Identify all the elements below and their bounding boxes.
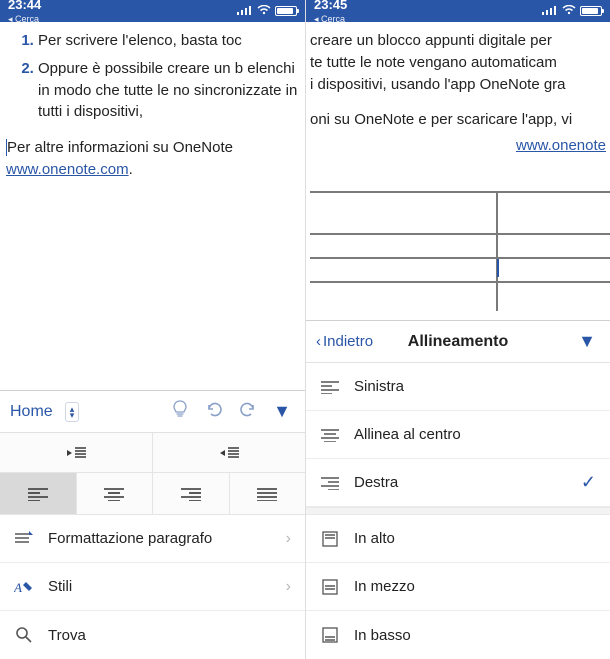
- align-bottom-row[interactable]: In basso: [306, 611, 610, 659]
- tab-switch-icon[interactable]: ▴▾: [65, 402, 80, 422]
- align-right-icon: [320, 476, 340, 490]
- indent-row: [0, 433, 305, 473]
- chevron-right-icon: ›: [286, 578, 291, 596]
- paragraph-format-icon: [14, 531, 34, 547]
- status-time: 23:44: [8, 0, 41, 12]
- collapse-caret-icon[interactable]: ▼: [574, 331, 600, 352]
- paragraph-formatting-row[interactable]: Formattazione paragrafo ›: [0, 515, 305, 563]
- outdent-button[interactable]: [0, 433, 152, 472]
- row-label: Trova: [48, 627, 86, 644]
- styles-icon: A: [14, 579, 34, 595]
- align-bottom-icon: [320, 627, 340, 643]
- document-area[interactable]: Per scrivere l'elenco, basta toc Oppure …: [0, 22, 305, 390]
- text-line: creare un blocco appunti digitale per: [310, 30, 610, 52]
- panel-title: Allineamento: [408, 333, 508, 351]
- table[interactable]: [310, 191, 610, 311]
- paragraph: Per altre informazioni su OneNote www.on…: [6, 137, 299, 181]
- status-icons: [237, 4, 297, 18]
- wifi-icon: [257, 4, 271, 18]
- screen-right: 23:45 ◂ Cerca creare un blocco appunti d…: [305, 0, 610, 659]
- svg-text:A: A: [14, 580, 22, 595]
- status-bar: 23:45 ◂ Cerca: [306, 0, 610, 22]
- chevron-right-icon: ›: [286, 530, 291, 548]
- signal-icon: [542, 4, 558, 18]
- row-label: In basso: [354, 627, 411, 644]
- align-center-button[interactable]: [76, 473, 153, 514]
- alignment-panel: ‹ Indietro Allineamento ▼ Sinistra: [306, 320, 610, 659]
- align-left-icon: [320, 380, 340, 394]
- row-label: In mezzo: [354, 578, 415, 595]
- home-tab[interactable]: Home ▴▾: [10, 402, 79, 422]
- styles-row[interactable]: A Stili ›: [0, 563, 305, 611]
- text-line: te tutte le note vengano automaticam: [310, 52, 610, 74]
- align-right-row[interactable]: Destra ✓: [306, 459, 610, 507]
- search-icon: [14, 626, 34, 644]
- status-time: 23:45: [314, 0, 347, 12]
- row-label: Sinistra: [354, 378, 404, 395]
- align-left-button[interactable]: [0, 473, 76, 514]
- row-label: In alto: [354, 530, 395, 547]
- redo-icon[interactable]: [235, 401, 261, 422]
- align-middle-row[interactable]: In mezzo: [306, 563, 610, 611]
- text-line: oni su OneNote e per scaricare l'app, vi: [310, 109, 610, 131]
- status-icons: [542, 4, 602, 18]
- text-cursor: P: [6, 139, 17, 156]
- align-center-row[interactable]: Allinea al centro: [306, 411, 610, 459]
- lightbulb-icon[interactable]: [167, 400, 193, 423]
- document-area[interactable]: creare un blocco appunti digitale per te…: [306, 22, 610, 320]
- panel-header: Home ▴▾ ▼: [0, 391, 305, 433]
- align-justify-button[interactable]: [229, 473, 306, 514]
- signal-icon: [237, 4, 253, 18]
- text-line: i dispositivi, usando l'app OneNote gra: [310, 74, 610, 96]
- row-label: Allinea al centro: [354, 426, 461, 443]
- screen-left: 23:44 ◂ Cerca Per scrivere l'elenco, bas…: [0, 0, 305, 659]
- battery-icon: [275, 6, 297, 16]
- list-item: Per scrivere l'elenco, basta toc: [38, 30, 299, 52]
- onenote-link[interactable]: www.onenote.com: [6, 161, 129, 178]
- panel-header: ‹ Indietro Allineamento ▼: [306, 321, 610, 363]
- find-row[interactable]: Trova: [0, 611, 305, 659]
- collapse-caret-icon[interactable]: ▼: [269, 401, 295, 422]
- checkmark-icon: ✓: [581, 472, 596, 493]
- align-left-row[interactable]: Sinistra: [306, 363, 610, 411]
- indent-button[interactable]: [152, 433, 305, 472]
- row-label: Destra: [354, 474, 398, 491]
- align-right-button[interactable]: [152, 473, 229, 514]
- wifi-icon: [562, 4, 576, 18]
- alignment-row: [0, 473, 305, 515]
- row-label: Stili: [48, 578, 72, 595]
- battery-icon: [580, 6, 602, 16]
- status-bar: 23:44 ◂ Cerca: [0, 0, 305, 22]
- ribbon-panel: Home ▴▾ ▼: [0, 390, 305, 659]
- align-top-icon: [320, 531, 340, 547]
- align-center-icon: [320, 428, 340, 442]
- back-button[interactable]: ‹ Indietro: [316, 333, 373, 350]
- align-top-row[interactable]: In alto: [306, 515, 610, 563]
- chevron-left-icon: ‹: [316, 333, 321, 350]
- onenote-link[interactable]: www.onenote: [516, 137, 606, 154]
- list-item: Oppure è possibile creare un b elenchi i…: [38, 58, 299, 123]
- undo-icon[interactable]: [201, 401, 227, 422]
- text-cursor: [497, 259, 499, 277]
- row-label: Formattazione paragrafo: [48, 530, 212, 547]
- align-middle-icon: [320, 579, 340, 595]
